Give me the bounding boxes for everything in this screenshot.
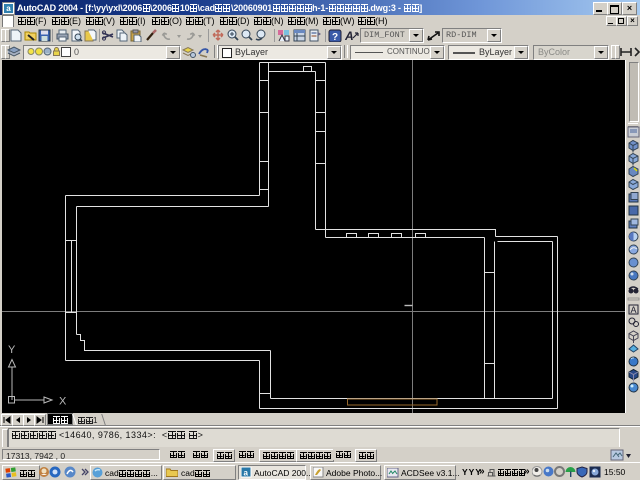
svg-text:?: ? <box>332 32 338 42</box>
svg-text:A: A <box>345 29 354 42</box>
svg-text:a: a <box>244 469 249 478</box>
svg-text:A: A <box>631 305 637 315</box>
svg-text:X: X <box>59 396 67 408</box>
svg-text:Y: Y <box>8 344 16 356</box>
